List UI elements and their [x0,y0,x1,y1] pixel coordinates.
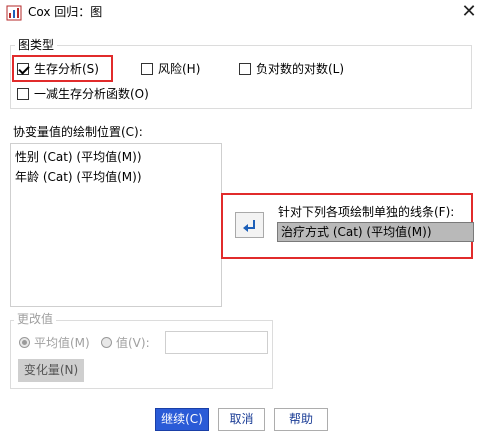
value-input[interactable] [165,331,268,354]
change-button[interactable]: 变化量(N) [18,359,84,382]
covariate-list-label: 协变量值的绘制位置(C): [13,125,143,139]
mean-radio[interactable] [19,337,30,348]
close-icon[interactable]: ✕ [458,1,480,23]
window-title: Cox 回归：图 [28,5,103,19]
list-item[interactable]: 年龄 (Cat) (平均值(M)) [15,170,142,184]
spss-app-icon [6,5,22,21]
mean-radio-dot [22,340,27,345]
list-item[interactable]: 性别 (Cat) (平均值(M)) [15,150,142,164]
survival-label[interactable]: 生存分析(S) [34,62,99,76]
change-value-group-label: 更改值 [14,312,57,326]
arrow-return-left-icon [243,220,255,232]
log-minus-log-label[interactable]: 负对数的对数(L) [256,62,344,76]
chart-type-group-label: 图类型 [15,38,58,52]
survival-checkbox[interactable] [17,63,29,75]
value-radio-label[interactable]: 值(V): [116,336,150,350]
one-minus-survival-label[interactable]: 一减生存分析函数(O) [34,87,149,101]
value-radio[interactable] [101,337,112,348]
covariate-listbox[interactable]: 性别 (Cat) (平均值(M)) 年龄 (Cat) (平均值(M)) [10,143,222,307]
continue-button[interactable]: 继续(C) [155,408,209,431]
separate-lines-value: 治疗方式 (Cat) (平均值(M)) [281,225,432,239]
separate-lines-label: 针对下列各项绘制单独的线条(F): [278,205,455,219]
help-button[interactable]: 帮助 [274,408,328,431]
separate-lines-field[interactable]: 治疗方式 (Cat) (平均值(M)) [277,222,474,242]
mean-radio-label[interactable]: 平均值(M) [34,336,90,350]
hazard-label[interactable]: 风险(H) [158,62,200,76]
log-minus-log-checkbox[interactable] [239,63,251,75]
one-minus-survival-checkbox[interactable] [17,88,29,100]
move-button[interactable] [235,212,264,238]
hazard-checkbox[interactable] [141,63,153,75]
cancel-button[interactable]: 取消 [218,408,265,431]
